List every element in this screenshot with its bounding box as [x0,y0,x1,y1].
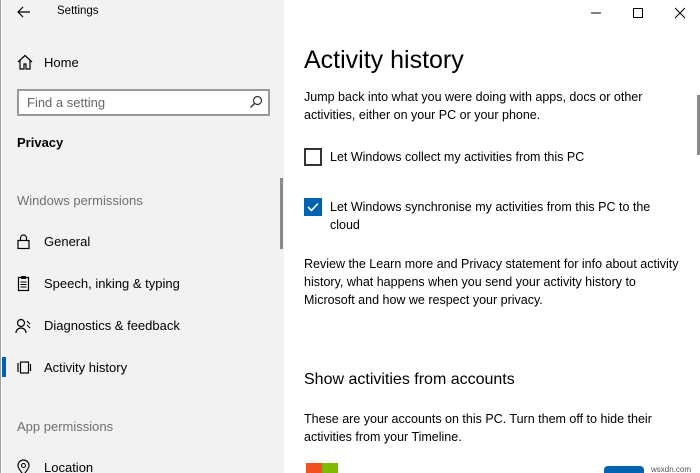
category-title: Privacy [17,135,64,150]
back-arrow-icon[interactable] [14,4,34,20]
main-content: Activity history Jump back into what you… [284,0,700,473]
sidebar-item-label: Diagnostics & feedback [44,317,180,333]
diagnostics-icon [15,317,32,334]
checkmark-icon [307,202,319,212]
window-controls [575,0,700,26]
search-box[interactable] [17,89,270,116]
settings-window: Settings Home Privacy Windows permission… [0,0,700,473]
sidebar-item-general[interactable]: General [2,222,284,260]
review-text: Review the Learn more and Privacy statem… [304,257,679,307]
search-input[interactable] [19,91,239,114]
close-icon [674,7,686,19]
activity-history-icon [15,359,32,376]
account-activity-toggle[interactable] [604,466,644,473]
logo-red [306,463,322,473]
sync-activities-label: Let Windows synchronise my activities fr… [330,200,651,232]
minimize-button[interactable] [575,0,617,26]
search-icon[interactable] [249,95,263,109]
collect-activities-option[interactable]: Let Windows collect my activities from t… [304,148,680,166]
maximize-button[interactable] [617,0,659,26]
maximize-icon [633,8,643,18]
sidebar-item-label: General [44,233,91,249]
lock-icon [15,233,32,250]
home-icon [16,53,34,71]
minimize-icon [591,12,601,14]
page-title: Activity history [304,46,464,74]
sidebar-item-label: Speech, inking & typing [44,275,180,291]
home-label: Home [44,54,79,70]
collect-activities-checkbox[interactable] [304,148,322,166]
app-permissions-header: App permissions [17,419,114,434]
sidebar-item-label: Location [44,459,94,473]
close-button[interactable] [659,0,700,26]
accounts-description: These are your accounts on this PC. Turn… [304,412,652,444]
location-icon [15,458,32,473]
accounts-section-title: Show activities from accounts [304,371,515,388]
home-nav-item[interactable]: Home [16,52,79,72]
sync-activities-option[interactable]: Let Windows synchronise my activities fr… [304,198,680,234]
windows-permissions-header: Windows permissions [17,193,143,208]
microsoft-account-logo [306,463,338,473]
clipboard-icon [15,275,32,292]
collect-activities-label: Let Windows collect my activities from t… [330,150,585,164]
sidebar-item-speech[interactable]: Speech, inking & typing [2,264,284,302]
title-bar: Settings [2,0,284,26]
sidebar-item-diagnostics[interactable]: Diagnostics & feedback [2,306,284,344]
app-title: Settings [57,5,99,17]
sidebar: Settings Home Privacy Windows permission… [2,0,284,473]
sidebar-item-activity-history[interactable]: Activity history [2,348,284,386]
sidebar-item-label: Activity history [44,359,128,375]
logo-green [322,463,338,473]
sync-activities-checkbox[interactable] [304,198,322,216]
sidebar-item-location[interactable]: Location [2,448,284,473]
sidebar-scrollbar[interactable] [280,178,283,249]
watermark: wsxdn.com [651,465,692,473]
intro-text: Jump back into what you were doing with … [304,90,643,122]
